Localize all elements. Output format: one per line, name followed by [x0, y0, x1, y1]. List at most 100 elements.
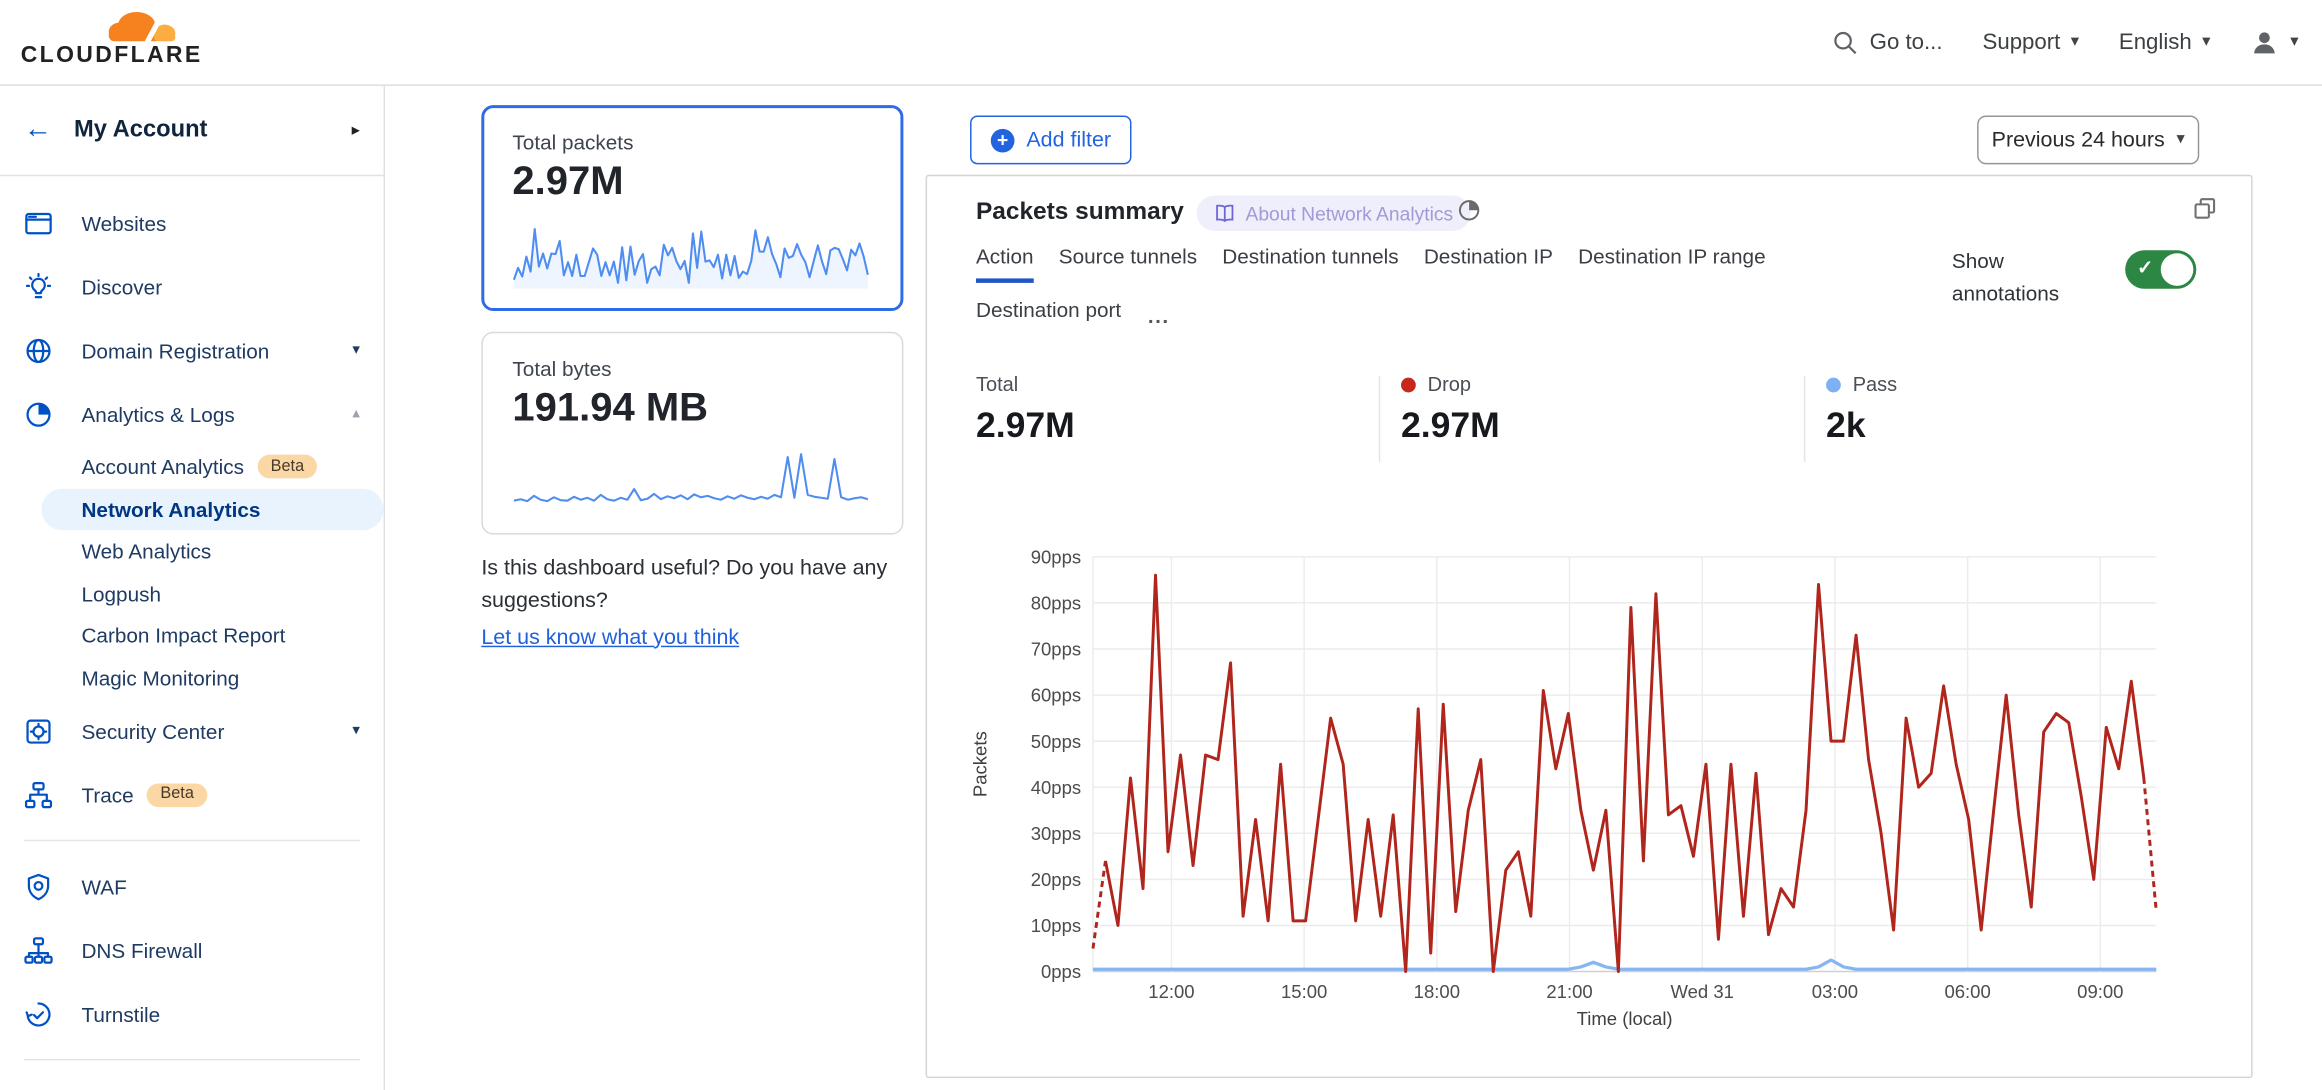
dimension-tabs-row1: Action Source tunnels Destination tunnels D…: [976, 244, 1766, 283]
sidebar-subitem-label: Account Analytics: [81, 455, 244, 479]
sidebar-item-web-analytics[interactable]: Web Analytics: [0, 530, 384, 572]
sidebar-item-trace[interactable]: TraceBeta: [0, 763, 384, 827]
card-title: Total packets: [512, 130, 872, 154]
stat-label: Pass: [1853, 373, 1897, 395]
chart-type-icon[interactable]: [1457, 198, 1481, 229]
about-network-analytics-badge[interactable]: About Network Analytics: [1197, 195, 1471, 231]
pass-legend-dot: [1826, 377, 1841, 392]
book-icon: [1214, 203, 1235, 224]
turnstile-icon: [24, 999, 54, 1029]
sidebar-divider: [24, 1059, 360, 1060]
logo-text: CLOUDFLARE: [21, 43, 203, 70]
sidebar-item-label: Discover: [81, 275, 359, 299]
tab-destination-ip[interactable]: Destination IP: [1424, 244, 1553, 283]
pie-icon: [24, 399, 54, 429]
sidebar-item-turnstile[interactable]: Turnstile: [0, 982, 384, 1046]
tab-source-tunnels[interactable]: Source tunnels: [1059, 244, 1197, 283]
chevron-up-icon: ▴: [352, 406, 359, 422]
sidebar-item-waf[interactable]: WAF: [0, 855, 384, 919]
beta-badge: Beta: [147, 783, 207, 807]
stat-total: Total2.97M: [976, 373, 1075, 447]
total-bytes-card[interactable]: Total bytes 191.94 MB: [481, 332, 903, 535]
stats-divider: [1804, 376, 1805, 462]
hierarchy-icon: [24, 935, 54, 965]
x-tick-label: 06:00: [1944, 981, 1990, 1002]
sidebar-header[interactable]: ← My Account ▸: [0, 84, 384, 176]
chevron-right-icon[interactable]: ▸: [352, 120, 360, 139]
sidebar-subitem-label: Network Analytics: [81, 497, 260, 521]
sidebar-item-discover[interactable]: Discover: [0, 255, 384, 319]
y-tick-label: 90pps: [1031, 547, 1081, 568]
sidebar-item-label: DNS Firewall: [81, 938, 359, 962]
language-menu[interactable]: English ▾: [2119, 30, 2210, 55]
y-tick-label: 40pps: [1031, 777, 1081, 798]
sidebar-item-carbon-impact-report[interactable]: Carbon Impact Report: [0, 615, 384, 657]
chevron-down-icon: ▾: [352, 723, 359, 739]
support-menu[interactable]: Support ▾: [1983, 30, 2079, 55]
show-annotations-toggle[interactable]: ✓: [2125, 250, 2196, 289]
chevron-down-icon: ▾: [352, 342, 359, 358]
main-content: + Add filter Previous 24 hours ▾ Packets…: [926, 84, 2253, 1090]
time-range-label: Previous 24 hours: [1992, 128, 2165, 152]
tab-destination-port[interactable]: Destination port: [976, 298, 1121, 332]
drop-line-dashed-end: [2144, 778, 2157, 912]
packets-sparkline: [512, 218, 869, 289]
sidebar-item-domain-registration[interactable]: Domain Registration▾: [0, 318, 384, 382]
y-tick-label: 50pps: [1031, 731, 1081, 752]
go-to-search[interactable]: Go to...: [1833, 29, 1943, 56]
sidebar-item-network-analytics[interactable]: Network Analytics: [41, 488, 383, 530]
chevron-down-icon: ▾: [2290, 34, 2298, 50]
drop-line-dashed-start: [1093, 861, 1106, 949]
trace-icon: [24, 780, 54, 810]
sidebar-divider: [24, 840, 360, 841]
sidebar-subitem-label: Magic Monitoring: [81, 666, 239, 690]
time-range-dropdown[interactable]: Previous 24 hours ▾: [1977, 116, 2199, 165]
sidebar-item-websites[interactable]: Websites: [0, 191, 384, 255]
sidebar-item-account-analytics[interactable]: Account AnalyticsBeta: [0, 446, 384, 488]
sidebar-item-burst[interactable]: [0, 1074, 384, 1090]
back-arrow-icon[interactable]: ←: [24, 113, 52, 146]
x-tick-label: 12:00: [1148, 981, 1194, 1002]
tab-destination-ip-range[interactable]: Destination IP range: [1578, 244, 1766, 283]
tab-action[interactable]: Action: [976, 244, 1034, 283]
packets-summary-panel: Packets summary About Network Analytics …: [926, 175, 2253, 1078]
safe-icon: [24, 716, 54, 746]
x-tick-label: 09:00: [2077, 981, 2123, 1002]
add-filter-button[interactable]: + Add filter: [970, 116, 1132, 165]
account-menu[interactable]: ▾: [2250, 27, 2298, 57]
y-tick-label: 30pps: [1031, 823, 1081, 844]
account-title: My Account: [74, 116, 352, 143]
support-label: Support: [1983, 30, 2061, 55]
sidebar-item-dns-firewall[interactable]: DNS Firewall: [0, 918, 384, 982]
x-tick-label: 21:00: [1546, 981, 1592, 1002]
stat-value: 2k: [1826, 406, 1897, 447]
cloudflare-logo[interactable]: CLOUDFLARE: [19, 0, 197, 84]
y-tick-label: 10pps: [1031, 915, 1081, 936]
sidebar-item-analytics-logs[interactable]: Analytics & Logs▴: [0, 382, 384, 446]
feedback-text: Is this dashboard useful? Do you have an…: [481, 557, 887, 613]
panel-title: Packets summary: [976, 198, 1184, 226]
sidebar-item-label: Analytics & Logs: [81, 402, 352, 426]
more-tabs-button[interactable]: ...: [1148, 303, 1170, 327]
y-tick-label: 60pps: [1031, 685, 1081, 706]
y-tick-label: 20pps: [1031, 869, 1081, 890]
shield-icon: [24, 872, 54, 902]
lightbulb-icon: [24, 272, 54, 302]
stat-value: 2.97M: [1401, 406, 1500, 447]
sidebar-item-magic-monitoring[interactable]: Magic Monitoring: [0, 657, 384, 699]
feedback-link[interactable]: Let us know what you think: [481, 623, 739, 655]
expand-panel-icon[interactable]: [2192, 195, 2219, 229]
stat-label: Total: [976, 373, 1018, 395]
x-axis-title: Time (local): [1577, 1008, 1673, 1029]
total-packets-card[interactable]: Total packets 2.97M: [481, 105, 903, 311]
card-value: 2.97M: [512, 158, 872, 204]
language-label: English: [2119, 30, 2192, 55]
tab-destination-tunnels[interactable]: Destination tunnels: [1222, 244, 1398, 283]
sidebar-item-security-center[interactable]: Security Center▾: [0, 699, 384, 763]
packets-chart[interactable]: 0pps10pps20pps30pps40pps50pps60pps70pps8…: [927, 546, 2254, 1057]
sidebar: ← My Account ▸ Websites Discover Domain Re…: [0, 84, 385, 1090]
chevron-down-icon: ▾: [2071, 34, 2079, 50]
sidebar-item-logpush[interactable]: Logpush: [0, 572, 384, 614]
chevron-down-icon: ▾: [2177, 132, 2185, 148]
stat-pass: Pass 2k: [1826, 373, 1897, 447]
